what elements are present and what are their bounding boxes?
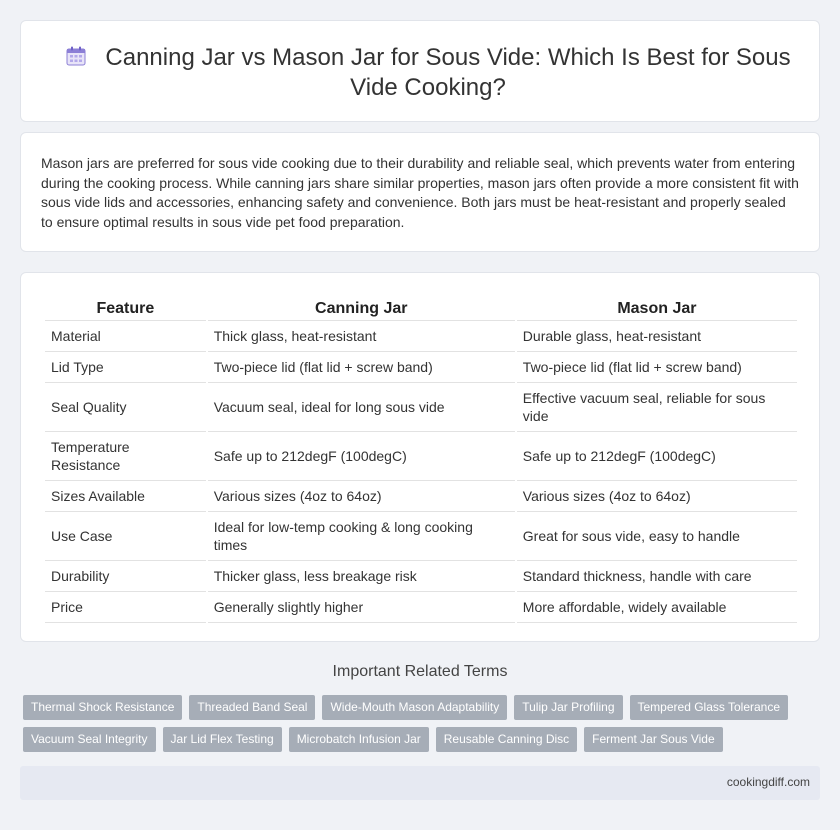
mason-jar-cell: Various sizes (4oz to 64oz) (516, 481, 797, 512)
feature-cell: Temperature Resistance (45, 432, 206, 481)
mason-jar-cell: More affordable, widely available (516, 592, 797, 623)
intro-card: Mason jars are preferred for sous vide c… (20, 132, 820, 252)
column-header-canning-jar: Canning Jar (207, 295, 515, 321)
mason-jar-cell: Safe up to 212degF (100degC) (516, 432, 797, 481)
table-row: Durability Thicker glass, less breakage … (45, 561, 797, 592)
column-header-mason-jar: Mason Jar (516, 295, 797, 321)
comparison-card: Feature Canning Jar Mason Jar Material T… (20, 272, 820, 642)
table-row: Sizes Available Various sizes (4oz to 64… (45, 481, 797, 512)
comparison-table: Feature Canning Jar Mason Jar Material T… (43, 295, 799, 623)
table-row: Lid Type Two-piece lid (flat lid + screw… (45, 352, 797, 383)
table-row: Use Case Ideal for low-temp cooking & lo… (45, 512, 797, 561)
table-row: Seal Quality Vacuum seal, ideal for long… (45, 383, 797, 432)
column-header-feature: Feature (45, 295, 206, 321)
tag-ferment-jar-sous-vide[interactable]: Ferment Jar Sous Vide (584, 727, 723, 752)
feature-cell: Price (45, 592, 206, 623)
table-row: Temperature Resistance Safe up to 212deg… (45, 432, 797, 481)
canning-jar-cell: Thick glass, heat-resistant (207, 321, 515, 352)
canning-jar-cell: Ideal for low-temp cooking & long cookin… (207, 512, 515, 561)
mason-jar-cell: Two-piece lid (flat lid + screw band) (516, 352, 797, 383)
footer-bar: cookingdiff.com (20, 766, 820, 800)
canning-jar-cell: Two-piece lid (flat lid + screw band) (207, 352, 515, 383)
canning-jar-cell: Thicker glass, less breakage risk (207, 561, 515, 592)
canning-jar-cell: Safe up to 212degF (100degC) (207, 432, 515, 481)
feature-cell: Sizes Available (45, 481, 206, 512)
feature-cell: Material (45, 321, 206, 352)
tag-jar-lid-flex-testing[interactable]: Jar Lid Flex Testing (162, 727, 282, 752)
feature-cell: Lid Type (45, 352, 206, 383)
mason-jar-cell: Standard thickness, handle with care (516, 561, 797, 592)
canning-jar-cell: Various sizes (4oz to 64oz) (207, 481, 515, 512)
feature-cell: Use Case (45, 512, 206, 561)
calendar-icon (66, 46, 86, 66)
footer-site-link[interactable]: cookingdiff.com (727, 775, 810, 789)
table-row: Material Thick glass, heat-resistant Dur… (45, 321, 797, 352)
related-terms-heading: Important Related Terms (332, 663, 508, 680)
tag-tulip-jar-profiling[interactable]: Tulip Jar Profiling (514, 695, 623, 720)
page-title: Canning Jar vs Mason Jar for Sous Vide: … (105, 44, 791, 101)
tag-reusable-canning-disc[interactable]: Reusable Canning Disc (435, 727, 578, 752)
mason-jar-cell: Effective vacuum seal, reliable for sous… (516, 383, 797, 432)
feature-cell: Seal Quality (45, 383, 206, 432)
tag-microbatch-infusion-jar[interactable]: Microbatch Infusion Jar (288, 727, 429, 752)
tag-wide-mouth-mason-adaptability[interactable]: Wide-Mouth Mason Adaptability (322, 695, 508, 720)
feature-cell: Durability (45, 561, 206, 592)
mason-jar-cell: Great for sous vide, easy to handle (516, 512, 797, 561)
page-title-wrap: Canning Jar vs Mason Jar for Sous Vide: … (57, 43, 799, 103)
tag-thermal-shock-resistance[interactable]: Thermal Shock Resistance (23, 695, 183, 720)
tag-row: Thermal Shock Resistance Threaded Band S… (23, 695, 823, 720)
canning-jar-cell: Vacuum seal, ideal for long sous vide (207, 383, 515, 432)
table-header-row: Feature Canning Jar Mason Jar (45, 295, 797, 321)
header-card: Canning Jar vs Mason Jar for Sous Vide: … (20, 20, 820, 122)
tag-row: Vacuum Seal Integrity Jar Lid Flex Testi… (23, 727, 823, 752)
mason-jar-cell: Durable glass, heat-resistant (516, 321, 797, 352)
tag-vacuum-seal-integrity[interactable]: Vacuum Seal Integrity (23, 727, 156, 752)
tag-threaded-band-seal[interactable]: Threaded Band Seal (189, 695, 316, 720)
canning-jar-cell: Generally slightly higher (207, 592, 515, 623)
table-row: Price Generally slightly higher More aff… (45, 592, 797, 623)
related-terms-tags: Thermal Shock Resistance Threaded Band S… (23, 695, 823, 759)
intro-paragraph: Mason jars are preferred for sous vide c… (41, 155, 799, 230)
tag-tempered-glass-tolerance[interactable]: Tempered Glass Tolerance (629, 695, 789, 720)
